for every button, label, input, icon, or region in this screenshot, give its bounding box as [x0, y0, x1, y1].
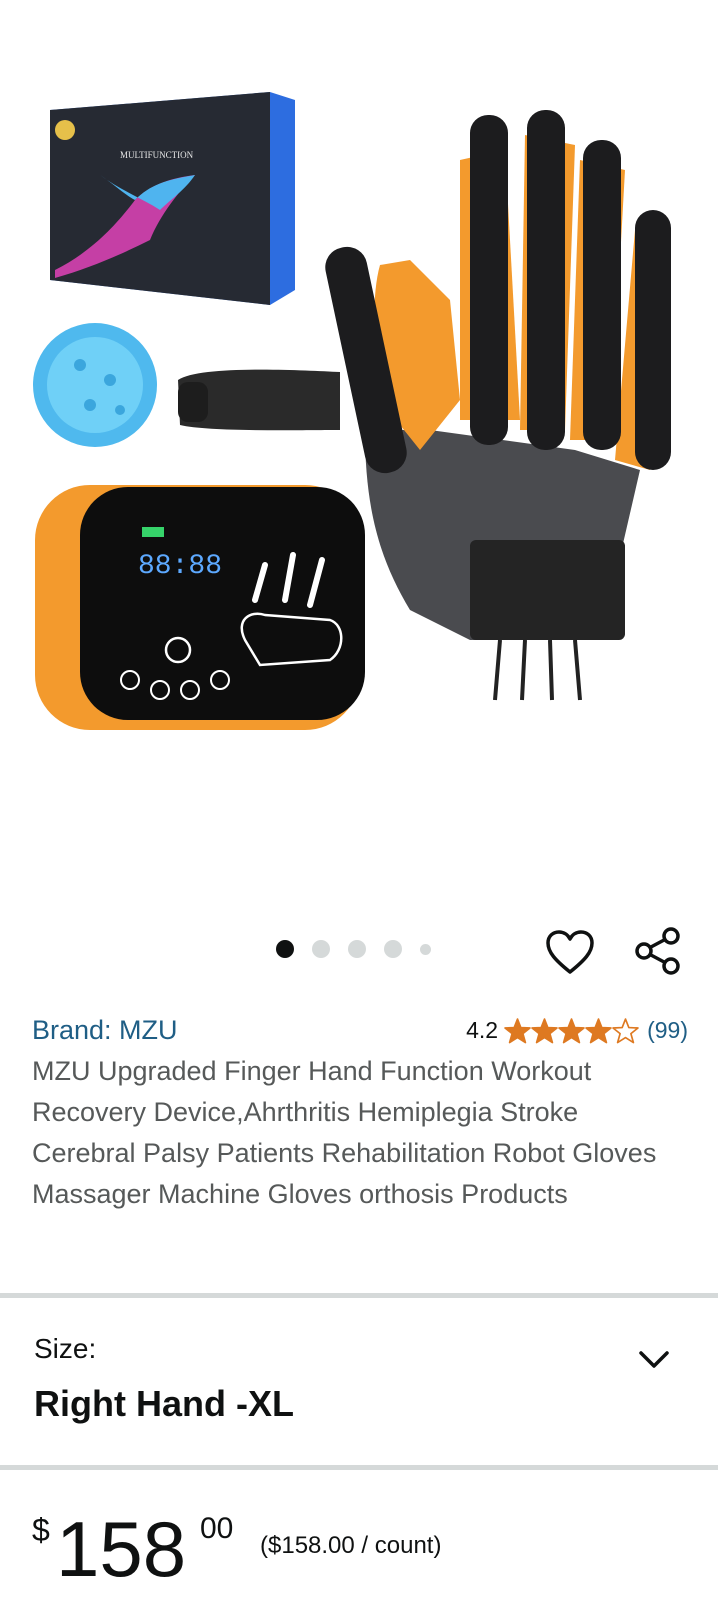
wrist-strap-image: [178, 369, 340, 431]
brand-link[interactable]: Brand: MZU: [32, 1015, 178, 1046]
carousel-dot-4[interactable]: [384, 940, 402, 958]
star-icon: [504, 1017, 531, 1043]
share-icon: [635, 927, 680, 975]
rating-summary[interactable]: 4.2 (99): [466, 1017, 688, 1044]
size-selector[interactable]: Size: Right Hand -XL: [0, 1298, 718, 1465]
star-icon: [585, 1017, 612, 1043]
brand-rating-row: Brand: MZU 4.2 (99): [32, 1015, 688, 1051]
heart-outline-icon: [546, 930, 594, 974]
price-fraction: 00: [200, 1512, 234, 1545]
star-icon: [612, 1017, 639, 1043]
robotic-glove-image: [325, 110, 671, 701]
add-to-list-button[interactable]: [545, 928, 595, 978]
share-button[interactable]: [632, 925, 684, 977]
carousel-dot-3[interactable]: [348, 940, 366, 958]
rating-stars: [504, 1017, 639, 1044]
star-icon: [558, 1017, 585, 1043]
chevron-down-icon[interactable]: [637, 1348, 671, 1372]
rating-count[interactable]: (99): [647, 1017, 688, 1044]
box-label: MULTIFUNCTION: [120, 150, 194, 160]
size-label: Size:: [34, 1333, 97, 1364]
rating-value: 4.2: [466, 1017, 499, 1043]
price-per-unit: ($158.00 / count): [260, 1532, 442, 1559]
carousel-dot-1[interactable]: [276, 940, 294, 958]
product-photo: MULTIFUNCTION 88:88: [33, 92, 671, 730]
price-currency-symbol: $: [32, 1512, 50, 1548]
section-divider: [0, 1465, 718, 1470]
star-icon: [531, 1017, 558, 1043]
gift-box-image: MULTIFUNCTION: [50, 92, 295, 305]
massage-ball-image: [33, 323, 157, 447]
product-title: MZU Upgraded Finger Hand Function Workou…: [32, 1056, 657, 1209]
image-carousel-indicator[interactable]: [276, 940, 449, 958]
price-whole: 158: [56, 1505, 187, 1593]
controller-image: 88:88: [35, 485, 365, 730]
price-block: $ 158 00 ($158.00 / count): [0, 1500, 718, 1600]
carousel-dot-2[interactable]: [312, 940, 330, 958]
device-display: 88:88: [138, 551, 222, 582]
size-value: Right Hand -XL: [34, 1383, 294, 1424]
product-image[interactable]: MULTIFUNCTION 88:88: [0, 0, 718, 880]
carousel-dot-5[interactable]: [420, 943, 431, 955]
